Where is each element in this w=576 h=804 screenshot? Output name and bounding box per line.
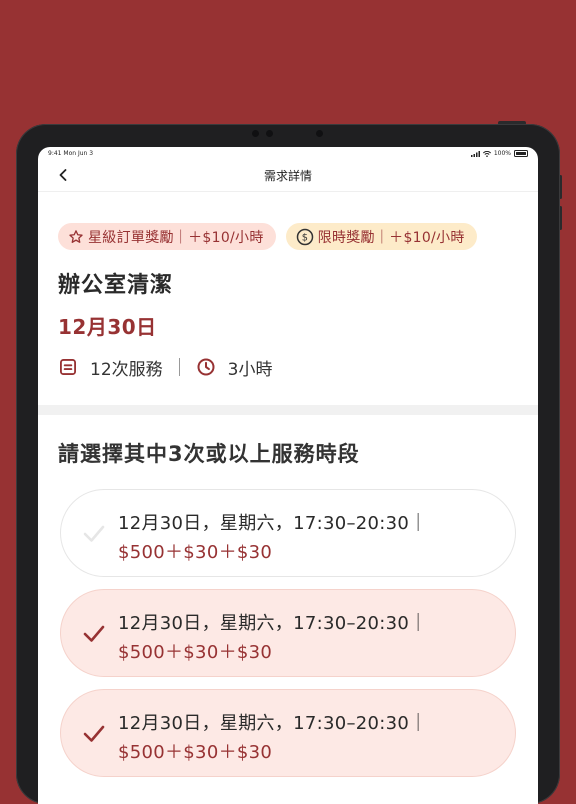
session-count: 12次服務 [90,359,163,380]
slot-time: 12月30日，星期六，17:30–20:30｜ [118,513,428,534]
nav-bar: 需求詳情 [38,160,538,192]
chevron-left-icon [59,169,67,181]
slot-price: $500＋$30＋$30 [118,542,273,563]
job-title: 辦公室清潔 [58,273,174,298]
clock-icon [197,358,215,376]
job-date: 12月30日 [58,315,157,339]
section-divider [38,405,538,415]
limited-time-bonus-badge: $ 限時獎勵｜＋$10/小時 [285,223,477,250]
status-date: Mon Jun 3 [63,150,94,157]
app-screen: 9:41 Mon Jun 3 100% 需求詳情 星級訂單獎勵｜＋$10/小時 … [38,147,538,804]
job-meta: 12次服務 3小時 [58,355,538,380]
back-button[interactable] [56,168,70,182]
svg-text:$: $ [301,232,307,243]
list-icon [60,359,76,375]
meta-divider [178,358,180,376]
battery-icon [514,150,528,157]
bonus-tags: 星級訂單獎勵｜＋$10/小時 $ 限時獎勵｜＋$10/小時 [38,192,538,250]
slot-time: 12月30日，星期六，17:30–20:30｜ [118,713,428,734]
badge-label: 限時獎勵｜＋$10/小時 [317,229,465,246]
star-icon [69,229,83,243]
signal-icon [470,150,480,157]
section-title: 請選擇其中3次或以上服務時段 [58,442,360,466]
sensor [252,130,259,137]
dollar-coin-icon: $ [296,228,313,245]
checkmark-icon [83,625,105,642]
star-order-bonus-badge: 星級訂單獎勵｜＋$10/小時 [58,223,276,250]
tablet-frame: 9:41 Mon Jun 3 100% 需求詳情 星級訂單獎勵｜＋$10/小時 … [16,124,560,804]
checkmark-icon [83,725,105,742]
badge-label: 星級訂單獎勵｜＋$10/小時 [88,229,264,246]
time-slot-list: 12月30日，星期六，17:30–20:30｜ $500＋$30＋$30 12月… [38,489,538,777]
page-title: 需求詳情 [263,169,312,183]
sensor [316,130,323,137]
front-camera [266,130,273,137]
time-slot-option[interactable]: 12月30日，星期六，17:30–20:30｜ $500＋$30＋$30 [60,589,516,677]
duration: 3小時 [227,359,273,380]
wifi-icon [482,150,491,157]
battery-percent: 100% [493,150,511,157]
time-slot-option[interactable]: 12月30日，星期六，17:30–20:30｜ $500＋$30＋$30 [60,489,516,577]
time-slot-option[interactable]: 12月30日，星期六，17:30–20:30｜ $500＋$30＋$30 [60,689,516,777]
status-time: 9:41 [48,150,62,157]
slot-time: 12月30日，星期六，17:30–20:30｜ [118,613,428,634]
slot-price: $500＋$30＋$30 [118,742,273,763]
checkmark-icon [83,525,105,542]
status-bar: 9:41 Mon Jun 3 100% [38,147,538,160]
slot-price: $500＋$30＋$30 [118,642,273,663]
